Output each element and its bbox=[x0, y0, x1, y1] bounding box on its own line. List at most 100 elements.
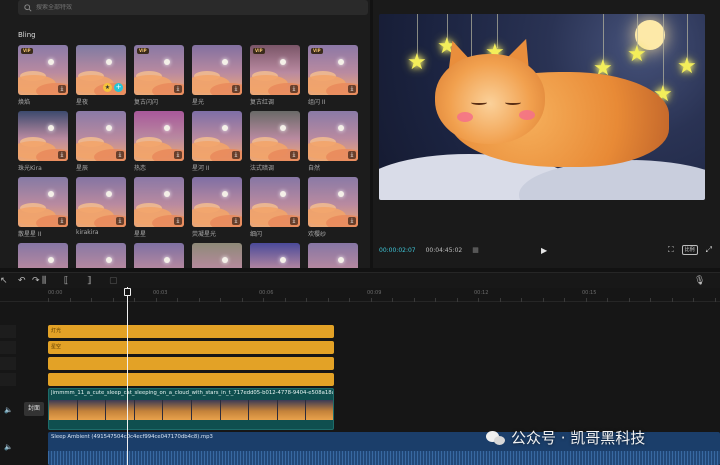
fullscreen-icon[interactable]: ⤢ bbox=[706, 245, 712, 255]
cover-button[interactable]: 封面 bbox=[24, 402, 44, 416]
video-clip[interactable]: Jimmmm_11_a_cute_sleep_cat_sleeping_on_a… bbox=[48, 388, 334, 430]
effect-item[interactable]: ⤓ 热恋 bbox=[134, 111, 184, 177]
effect-item[interactable]: ⤓ 星光 bbox=[192, 45, 242, 111]
download-icon[interactable]: ⤓ bbox=[58, 85, 66, 93]
download-icon[interactable]: ⤓ bbox=[232, 85, 240, 93]
effect-thumbnail[interactable]: ⤓ bbox=[192, 111, 242, 161]
effect-item[interactable]: ⤓ 荧凝星光 bbox=[192, 177, 242, 243]
effect-clip[interactable] bbox=[48, 373, 334, 386]
effect-clip[interactable] bbox=[48, 357, 334, 370]
effect-clip[interactable]: 灯光 bbox=[48, 325, 334, 338]
ruler-tick-mark bbox=[650, 298, 651, 302]
effect-thumbnail[interactable]: ⤓ bbox=[308, 111, 358, 161]
effect-thumbnail[interactable]: ⤓ bbox=[134, 111, 184, 161]
download-icon[interactable]: ⤓ bbox=[58, 151, 66, 159]
playhead-handle[interactable] bbox=[124, 288, 131, 296]
download-icon[interactable]: ⤓ bbox=[348, 217, 356, 225]
effects-search-bar[interactable] bbox=[18, 0, 368, 15]
download-icon[interactable]: ⤓ bbox=[58, 217, 66, 225]
effect-clip[interactable]: 星空 bbox=[48, 341, 334, 354]
download-icon[interactable]: ⤓ bbox=[116, 217, 124, 225]
effect-item[interactable]: ⤓ 散星星 II bbox=[18, 177, 68, 243]
ruler-tick-mark bbox=[392, 298, 393, 302]
effect-item[interactable]: ★ + 星夜 bbox=[76, 45, 126, 111]
download-icon[interactable]: ⤓ bbox=[232, 217, 240, 225]
undo-icon[interactable]: ↶ bbox=[18, 275, 26, 287]
favorite-star-icon[interactable]: ★ bbox=[103, 83, 112, 92]
microphone-icon[interactable]: 🎙 bbox=[694, 275, 705, 287]
effect-item[interactable]: ⤓ 自然 bbox=[308, 111, 358, 177]
download-icon[interactable]: ⤓ bbox=[116, 151, 124, 159]
effect-item[interactable]: ⤓ 星辰 bbox=[76, 111, 126, 177]
effect-item[interactable]: ⤓ 欢樱纱 bbox=[308, 177, 358, 243]
download-icon[interactable]: ⤓ bbox=[290, 217, 298, 225]
effect-thumbnail[interactable]: ⤓ bbox=[250, 243, 300, 268]
effect-thumbnail[interactable]: ⤓ bbox=[134, 243, 184, 268]
download-icon[interactable]: ⤓ bbox=[348, 151, 356, 159]
playhead[interactable] bbox=[127, 287, 128, 465]
delete-icon[interactable]: ▢ bbox=[109, 275, 118, 287]
volume-icon[interactable]: 🔈 bbox=[4, 406, 13, 414]
effect-thumbnail[interactable]: ⤓ bbox=[18, 111, 68, 161]
effect-thumbnail[interactable]: ⤓ bbox=[18, 243, 68, 268]
download-icon[interactable]: ⤓ bbox=[232, 151, 240, 159]
download-icon[interactable]: ⤓ bbox=[174, 151, 182, 159]
cat-eye-graphic bbox=[505, 100, 521, 105]
volume-icon[interactable]: 🔈 bbox=[4, 443, 13, 451]
effect-item[interactable]: VIP ⤓ 复古红调 bbox=[250, 45, 300, 111]
download-icon[interactable]: ⤓ bbox=[174, 217, 182, 225]
effect-item[interactable]: ⤓ bbox=[76, 243, 126, 268]
select-tool-icon[interactable]: ↖ bbox=[0, 275, 8, 287]
effect-thumbnail[interactable]: ⤓ bbox=[76, 243, 126, 268]
effect-item[interactable]: VIP ⤓ 组闪 II bbox=[308, 45, 358, 111]
add-effect-icon[interactable]: + bbox=[114, 83, 123, 92]
effect-item[interactable]: ⤓ bbox=[308, 243, 358, 268]
effect-item[interactable]: ⤓ 珠光Kira bbox=[18, 111, 68, 177]
timecode-grid-icon[interactable]: ▦ bbox=[472, 246, 479, 254]
effect-thumbnail[interactable]: ⤓ bbox=[134, 177, 184, 227]
ruler-tick-mark bbox=[435, 298, 436, 302]
search-input[interactable] bbox=[36, 4, 336, 11]
effect-thumbnail[interactable]: ⤓ bbox=[308, 177, 358, 227]
download-icon[interactable]: ⤓ bbox=[348, 85, 356, 93]
effect-item[interactable]: VIP ⤓ 焕焰 bbox=[18, 45, 68, 111]
effect-thumbnail[interactable]: ⤓ bbox=[250, 177, 300, 227]
effect-item[interactable]: ⤓ 细闪 bbox=[250, 177, 300, 243]
effect-item[interactable]: ⤓ 法式暗调 bbox=[250, 111, 300, 177]
fit-screen-icon[interactable]: ⛶ bbox=[668, 245, 674, 255]
split-icon[interactable]: ⫼ bbox=[42, 275, 46, 287]
download-icon[interactable]: ⤓ bbox=[174, 85, 182, 93]
download-icon[interactable]: ⤓ bbox=[290, 85, 298, 93]
effect-item[interactable]: ⤓ bbox=[192, 243, 242, 268]
effect-thumbnail[interactable]: ⤓ bbox=[76, 177, 126, 227]
effect-thumbnail[interactable]: VIP ⤓ bbox=[18, 45, 68, 95]
effect-thumbnail[interactable]: ⤓ bbox=[192, 243, 242, 268]
effect-thumbnail[interactable]: VIP ⤓ bbox=[250, 45, 300, 95]
effect-item[interactable]: ⤓ 星河 II bbox=[192, 111, 242, 177]
effect-thumbnail[interactable]: ⤓ bbox=[192, 177, 242, 227]
effect-item[interactable]: ⤓ kirakira bbox=[76, 177, 126, 243]
vip-badge: VIP bbox=[21, 48, 33, 54]
effect-thumbnail[interactable]: ★ + bbox=[76, 45, 126, 95]
effect-thumbnail[interactable]: ⤓ bbox=[250, 111, 300, 161]
effect-thumbnail[interactable]: ⤓ bbox=[18, 177, 68, 227]
effect-item[interactable]: ⤓ bbox=[18, 243, 68, 268]
effect-item[interactable]: ⤓ 星星 bbox=[134, 177, 184, 243]
delete-left-icon[interactable]: ⟦ bbox=[64, 275, 68, 287]
effect-thumbnail[interactable]: ⤓ bbox=[76, 111, 126, 161]
download-icon[interactable]: ⤓ bbox=[290, 151, 298, 159]
effect-thumbnail[interactable]: ⤓ bbox=[192, 45, 242, 95]
track-header bbox=[0, 325, 16, 338]
timeline-ruler[interactable]: 00:00 00:03 00:06 00:09 00:12 00:15 bbox=[0, 288, 720, 302]
effect-thumbnail[interactable]: VIP ⤓ bbox=[134, 45, 184, 95]
effect-item[interactable]: VIP ⤓ 复古闪闪 bbox=[134, 45, 184, 111]
delete-right-icon[interactable]: ⟧ bbox=[87, 275, 91, 287]
effect-thumbnail[interactable]: ⤓ bbox=[308, 243, 358, 268]
ratio-button[interactable]: 比例 bbox=[681, 245, 698, 255]
effect-item[interactable]: ⤓ bbox=[134, 243, 184, 268]
ruler-tick-mark bbox=[220, 298, 221, 302]
effect-item[interactable]: ⤓ bbox=[250, 243, 300, 268]
play-button[interactable]: ▶ bbox=[541, 246, 547, 255]
redo-icon[interactable]: ↷ bbox=[32, 275, 40, 287]
effect-thumbnail[interactable]: VIP ⤓ bbox=[308, 45, 358, 95]
